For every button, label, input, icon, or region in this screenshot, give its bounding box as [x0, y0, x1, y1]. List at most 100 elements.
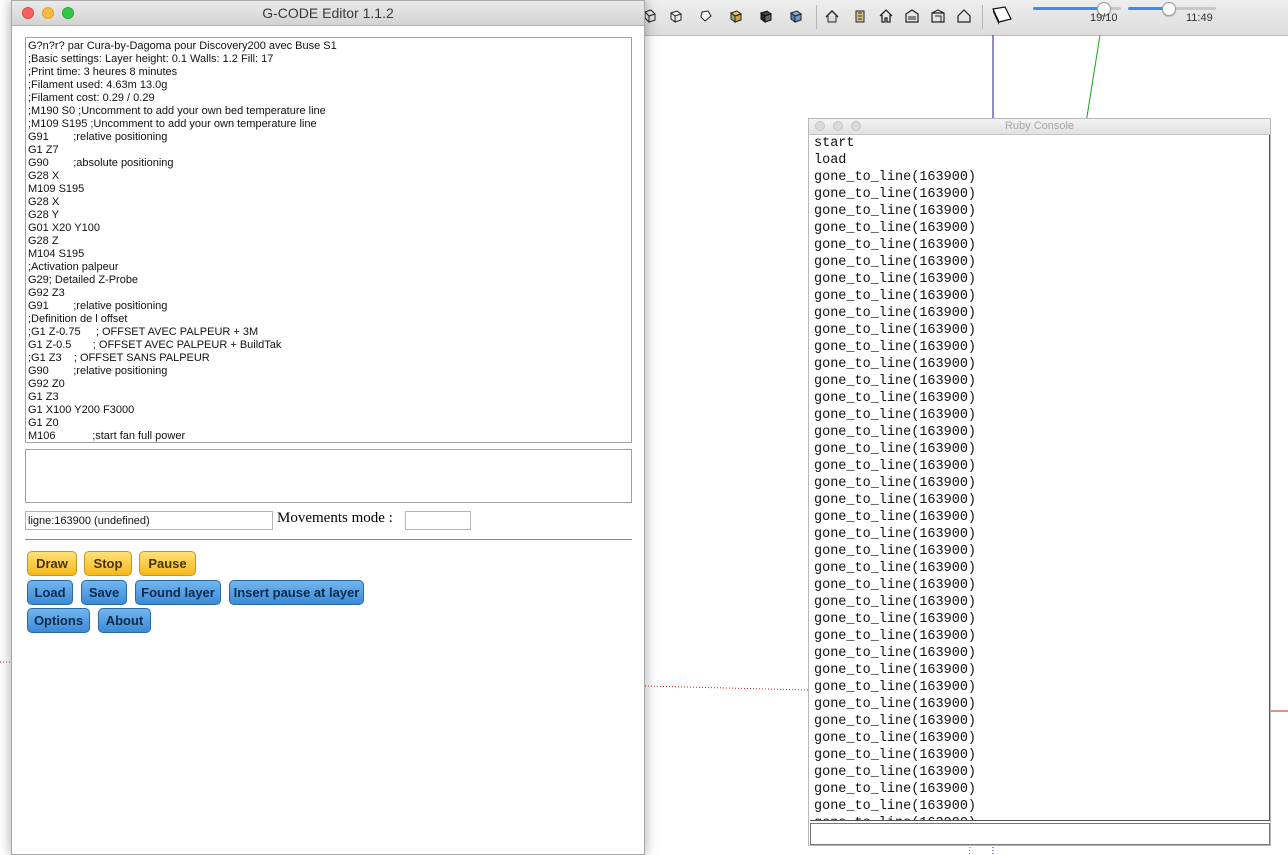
gcode-line: M109 S195 — [28, 183, 85, 195]
console-line: gone_to_line(163900) — [814, 544, 977, 559]
console-line: gone_to_line(163900) — [814, 391, 977, 406]
console-output[interactable]: start load gone_to_line(163900) gone_to_lin… — [810, 135, 1270, 821]
gcode-line: G92 Z3 — [28, 287, 65, 299]
gcode-line: G28 Z — [28, 235, 59, 247]
console-line: gone_to_line(163900) — [814, 663, 977, 678]
gcode-line: ;G1 Z-0.75 ; OFFSET AVEC PALPEUR + 3M — [28, 326, 259, 338]
console-line: gone_to_line(163900) — [814, 374, 977, 389]
output-textarea[interactable] — [25, 449, 632, 503]
gcode-line: G91 ;relative positioning — [28, 131, 168, 143]
gcode-line: ;Definition de l offset — [28, 313, 128, 325]
gcode-line: ;Activation palpeur — [28, 261, 119, 273]
axis-green — [1085, 35, 1101, 124]
insert-pause-button[interactable]: Insert pause at layer — [229, 580, 364, 605]
console-line: start — [814, 136, 855, 151]
right-view-icon[interactable] — [698, 8, 714, 24]
found-layer-button[interactable]: Found layer — [135, 580, 221, 605]
console-input[interactable] — [810, 823, 1270, 845]
left-view-icon[interactable] — [728, 8, 744, 24]
console-line: gone_to_line(163900) — [814, 289, 977, 304]
garage-icon[interactable] — [904, 8, 920, 24]
gcode-line: G92 Z0 — [28, 378, 65, 390]
gcode-line: G1 Z0 — [28, 417, 59, 429]
axis-green-dotted — [968, 846, 971, 855]
console-line: gone_to_line(163900) — [814, 815, 1269, 820]
gcode-line: G28 X — [28, 196, 60, 208]
gcode-line: G90 ;relative positioning — [28, 365, 168, 377]
house-outline-icon[interactable] — [956, 8, 972, 24]
gcode-line: G?n?r? par Cura-by-Dagoma pour Discovery… — [28, 40, 337, 52]
line-field[interactable] — [25, 511, 273, 530]
load-button[interactable]: Load — [27, 580, 73, 605]
gcode-line: ;G1 Z3 ; OFFSET SANS PALPEUR — [28, 352, 210, 364]
console-line: gone_to_line(163900) — [814, 714, 977, 729]
console-line: gone_to_line(163900) — [814, 748, 977, 763]
console-line: gone_to_line(163900) — [814, 221, 977, 236]
slider-2-label: 11:49 — [1186, 12, 1213, 24]
console-line: gone_to_line(163900) — [814, 765, 977, 780]
console-line: gone_to_line(163900) — [814, 680, 977, 695]
console-line: gone_to_line(163900) — [814, 799, 977, 814]
gcode-line: ;M109 S195 ;Uncomment to add your own te… — [28, 118, 317, 130]
gcode-textarea[interactable]: G?n?r? par Cura-by-Dagoma pour Discovery… — [25, 37, 632, 443]
gcode-line: ;Filament used: 4.63m 13.0g — [28, 79, 168, 91]
axis-red-dotted — [644, 685, 809, 691]
front-view-icon[interactable] — [668, 8, 684, 24]
editor-titlebar[interactable]: G-CODE Editor 1.1.2 — [12, 1, 644, 26]
gcode-line: G28 Y — [28, 209, 59, 221]
options-button[interactable]: Options — [27, 608, 90, 633]
console-line: gone_to_line(163900) — [814, 782, 977, 797]
gcode-line: G01 X20 Y100 — [28, 222, 100, 234]
ruby-title: Ruby Console — [1004, 120, 1075, 132]
gcode-line: M104 S195 — [28, 248, 85, 260]
warehouse-icon[interactable] — [930, 8, 946, 24]
bottom-view-icon[interactable] — [788, 8, 804, 24]
save-button[interactable]: Save — [81, 580, 127, 605]
console-line: load — [814, 153, 847, 168]
about-button[interactable]: About — [98, 608, 151, 633]
gcode-line: G91 ;relative positioning — [28, 300, 168, 312]
gcode-line: G29; Detailed Z-Probe — [28, 274, 139, 286]
slider-1-label: 19/10 — [1090, 12, 1118, 24]
console-line: gone_to_line(163900) — [814, 612, 977, 627]
gcode-editor-window: G-CODE Editor 1.1.2 G?n?r? par Cura-by-D… — [11, 0, 645, 855]
console-line: gone_to_line(163900) — [814, 646, 977, 661]
pause-button[interactable]: Pause — [139, 551, 196, 576]
console-line: gone_to_line(163900) — [814, 272, 977, 287]
gcode-line: ;Print time: 3 heures 8 minutes — [28, 66, 178, 78]
gcode-line: G1 Z7 — [28, 144, 59, 156]
draw-button[interactable]: Draw — [27, 551, 77, 576]
console-line: gone_to_line(163900) — [814, 357, 977, 372]
shaded-view-icon[interactable] — [824, 8, 840, 24]
gcode-line: G1 X100 Y200 F3000 — [28, 404, 135, 416]
console-line: gone_to_line(163900) — [814, 561, 977, 576]
console-line: gone_to_line(163900) — [814, 442, 977, 457]
gcode-line: ;Filament cost: 0.29 / 0.29 — [28, 92, 155, 104]
slider-2-knob[interactable] — [1161, 2, 1176, 16]
console-line: gone_to_line(163900) — [814, 578, 977, 593]
gcode-line: G28 X — [28, 170, 60, 182]
console-line: gone_to_line(163900) — [814, 238, 977, 253]
console-line: gone_to_line(163900) — [814, 340, 977, 355]
layout-send-icon[interactable] — [990, 5, 1014, 27]
console-line: gone_to_line(163900) — [814, 170, 977, 185]
console-line: gone_to_line(163900) — [814, 595, 977, 610]
console-line: gone_to_line(163900) — [814, 493, 977, 508]
stop-button[interactable]: Stop — [84, 551, 132, 576]
console-line: gone_to_line(163900) — [814, 425, 977, 440]
home-icon[interactable] — [878, 8, 894, 24]
gcode-line: M106 ;start fan full power — [28, 430, 186, 442]
back-view-icon[interactable] — [758, 8, 774, 24]
console-line: gone_to_line(163900) — [814, 255, 977, 270]
console-line: gone_to_line(163900) — [814, 323, 977, 338]
ruby-titlebar[interactable]: Ruby Console — [809, 119, 1270, 135]
editor-title: G-CODE Editor 1.1.2 — [262, 5, 394, 21]
orbit-icon[interactable] — [852, 8, 868, 24]
ruby-console-window: Ruby Console start load gone_to_line(16390… — [808, 118, 1271, 846]
movements-mode-field[interactable] — [405, 511, 471, 530]
gcode-line: ;Basic settings: Layer height: 0.1 Walls… — [28, 53, 274, 65]
console-line: gone_to_line(163900) — [814, 629, 977, 644]
movements-mode-label: Movements mode : — [277, 510, 393, 526]
gcode-line: ;M190 S0 ;Uncomment to add your own bed … — [28, 105, 326, 117]
console-line: gone_to_line(163900) — [814, 204, 977, 219]
